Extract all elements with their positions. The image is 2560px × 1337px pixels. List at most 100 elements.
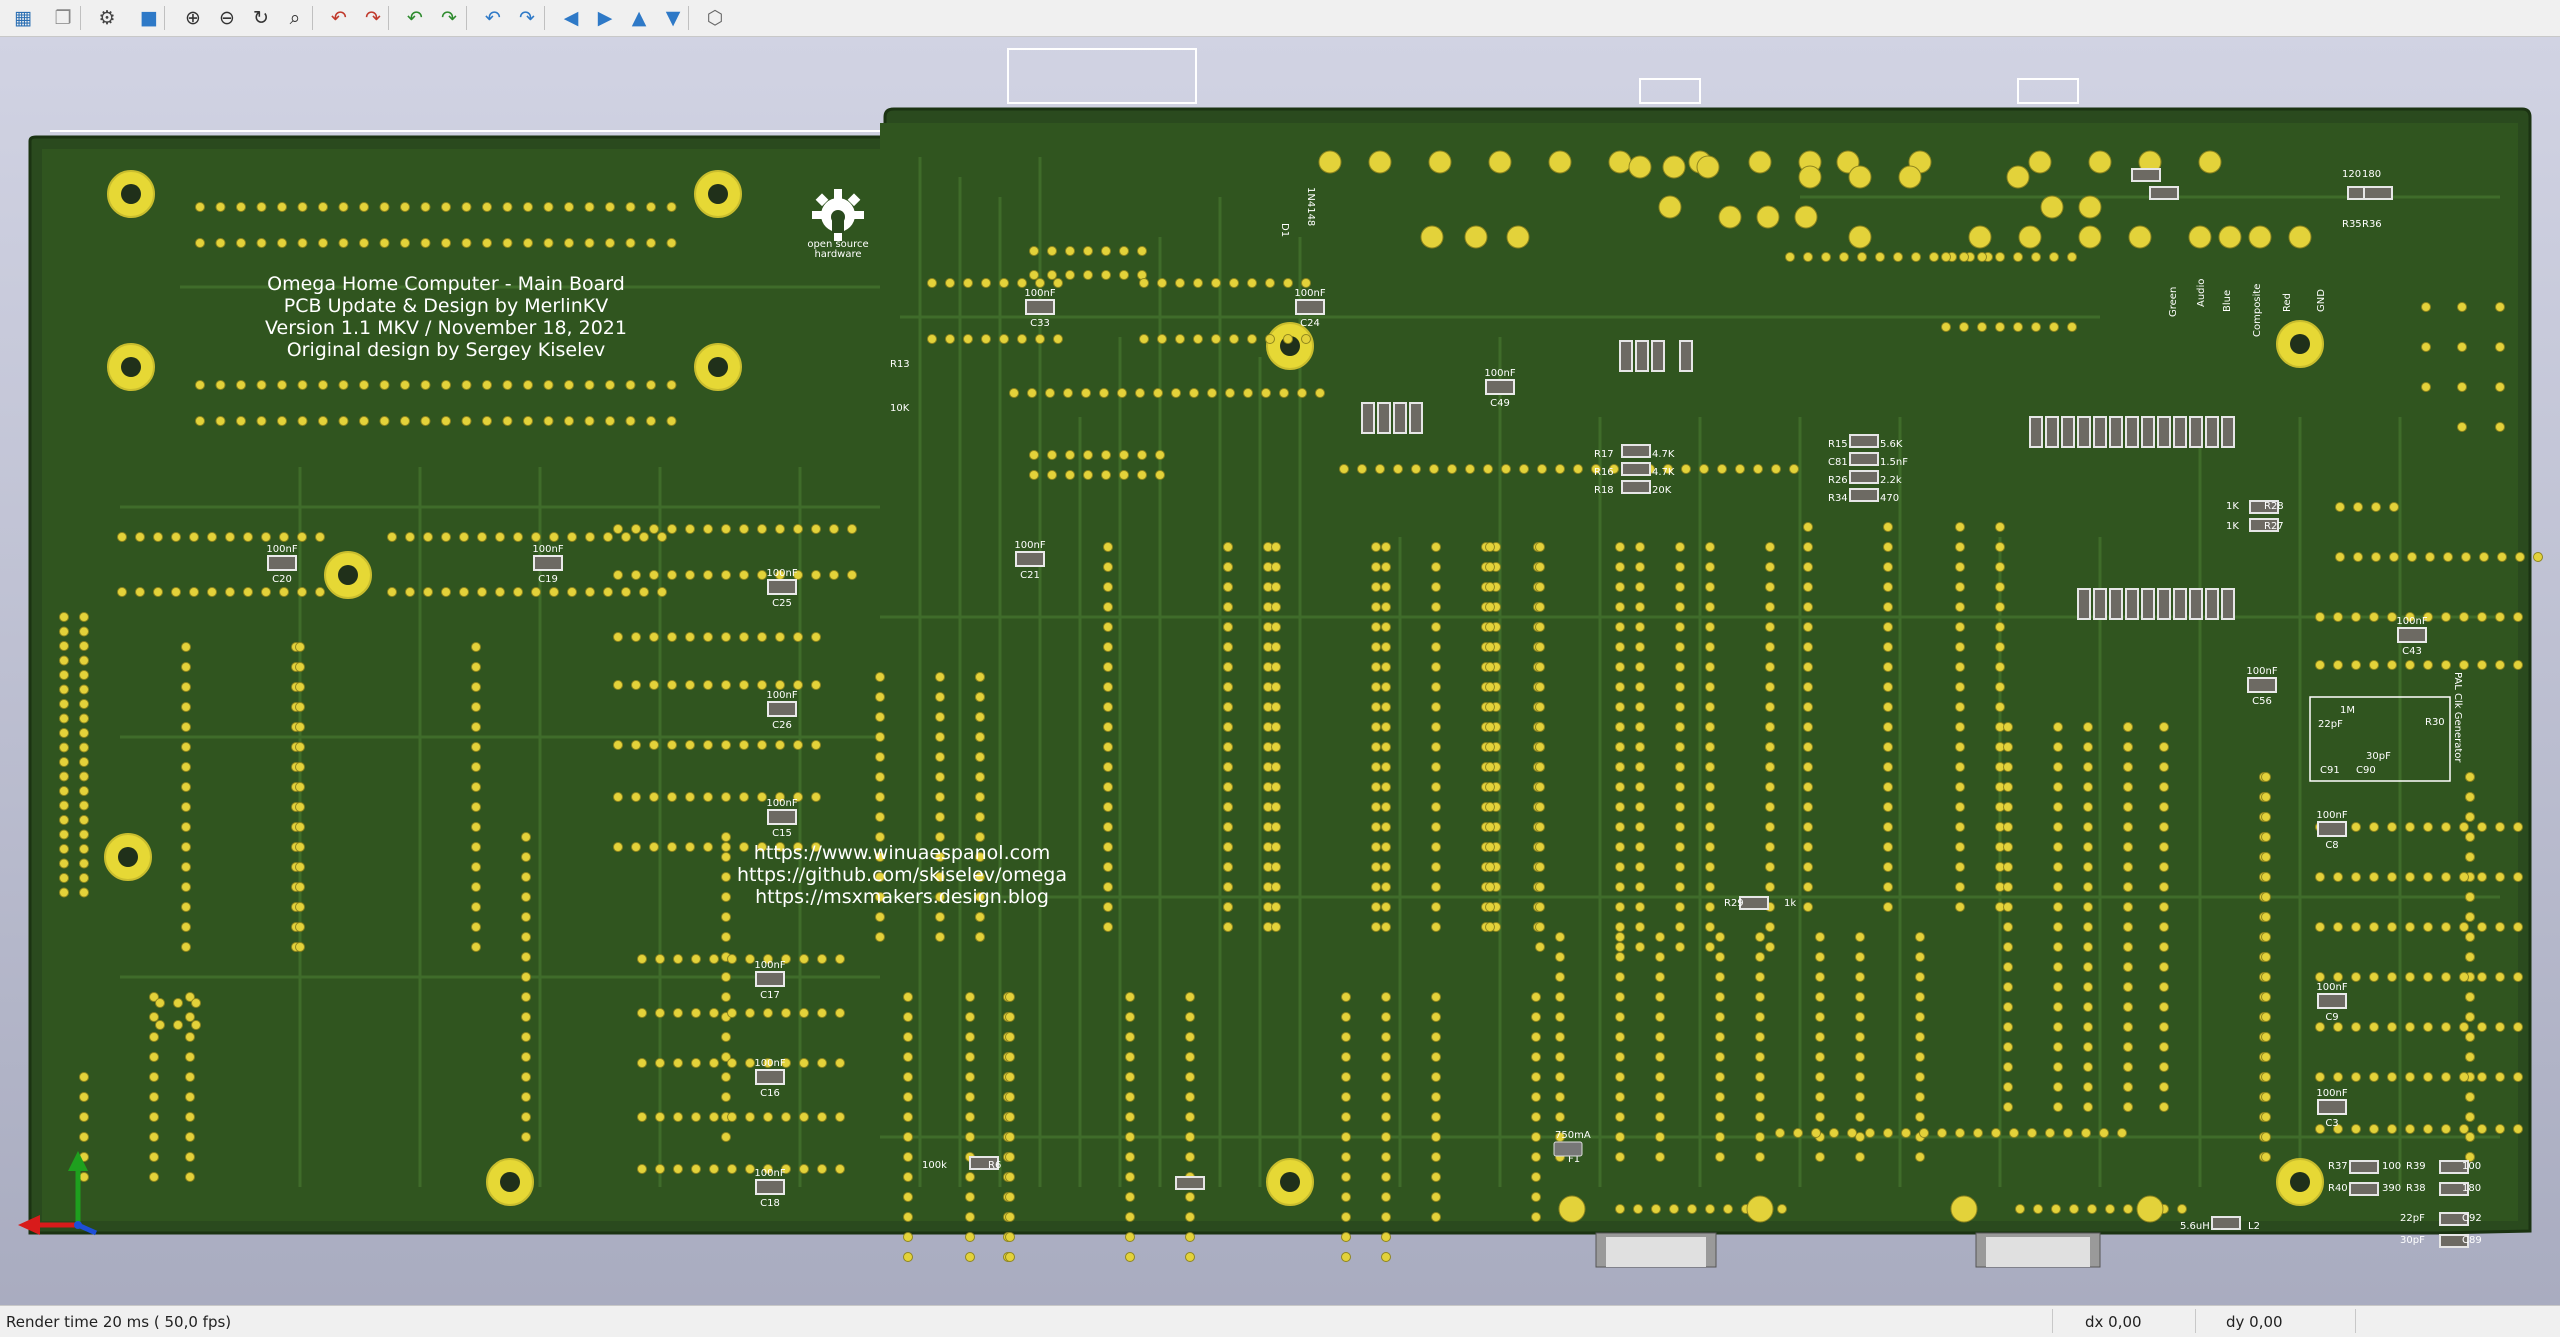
- pad: [1718, 205, 1742, 229]
- pad: [1883, 602, 1893, 612]
- pad: [1431, 862, 1441, 872]
- pad: [236, 380, 246, 390]
- move-up-button[interactable]: ▲: [624, 3, 654, 33]
- pad: [666, 202, 677, 212]
- pad: [405, 532, 415, 542]
- pad: [171, 587, 181, 597]
- capacitor-c8: [2317, 821, 2347, 837]
- pad: [2218, 225, 2242, 249]
- zoom-in-button[interactable]: ⊕: [178, 3, 208, 33]
- pad: [471, 822, 481, 832]
- pad: [1065, 270, 1075, 280]
- pad: [521, 872, 531, 882]
- pad: [935, 712, 945, 722]
- pad: [2387, 660, 2397, 670]
- pad: [875, 752, 885, 762]
- pad: [1103, 682, 1113, 692]
- pad: [1381, 782, 1391, 792]
- rotate-x-cw-button[interactable]: ↶: [324, 3, 354, 33]
- pad: [295, 702, 305, 712]
- pad: [975, 772, 985, 782]
- pad: [181, 722, 191, 732]
- pad: [703, 632, 713, 642]
- pad: [1615, 562, 1625, 572]
- pad: [1615, 622, 1625, 632]
- 3d-box-button[interactable]: ■: [134, 3, 164, 33]
- settings-gear-button[interactable]: ⚙: [92, 3, 122, 33]
- ref-label: R39: [2406, 1161, 2426, 1172]
- pad: [2495, 872, 2505, 882]
- move-left-button[interactable]: ◀: [556, 3, 586, 33]
- pad: [685, 570, 695, 580]
- pad: [1103, 742, 1113, 752]
- pad: [1855, 952, 1865, 962]
- pad: [2369, 872, 2379, 882]
- pad: [2261, 1132, 2271, 1142]
- pad: [59, 815, 69, 825]
- pad: [1855, 972, 1865, 982]
- move-down-button[interactable]: ▼: [658, 3, 688, 33]
- pad: [297, 587, 307, 597]
- pad: [811, 792, 821, 802]
- rotate-y-cw-button[interactable]: ↶: [400, 3, 430, 33]
- pcb-3d-view[interactable]: Omega Home Computer - Main Board PCB Upd…: [0, 37, 2560, 1305]
- pad: [461, 380, 472, 390]
- pad: [1615, 1052, 1625, 1062]
- copy-image-icon: ❐: [54, 7, 72, 29]
- ref-label: R18: [1594, 485, 1614, 496]
- toolbar-separator: [544, 6, 545, 30]
- pad: [1535, 882, 1545, 892]
- pad: [2333, 972, 2343, 982]
- pad: [727, 1058, 737, 1068]
- pad: [1973, 1128, 1983, 1138]
- capacitor-ref: C20: [272, 574, 292, 585]
- pad: [1855, 1152, 1865, 1162]
- smd-part: [2131, 168, 2161, 182]
- pad: [2513, 872, 2523, 882]
- pad: [1341, 1132, 1351, 1142]
- rotate-y-ccw-button[interactable]: ↷: [434, 3, 464, 33]
- rotate-x-ccw-button[interactable]: ↷: [358, 3, 388, 33]
- pad: [1535, 662, 1545, 672]
- pad: [2003, 802, 2013, 812]
- pad: [2261, 772, 2271, 782]
- pad: [2441, 1124, 2451, 1134]
- pad: [875, 812, 885, 822]
- pad: [673, 1008, 683, 1018]
- pad: [1919, 1128, 1929, 1138]
- pad: [149, 1052, 159, 1062]
- redraw-button[interactable]: ↻: [246, 3, 276, 33]
- pad: [564, 202, 574, 212]
- smd-part: [2205, 416, 2219, 448]
- pad: [1655, 1072, 1665, 1082]
- pad: [2353, 502, 2363, 512]
- pad: [1535, 922, 1545, 932]
- pad: [1485, 862, 1495, 872]
- status-separator: [2052, 1309, 2053, 1333]
- pad: [2159, 1002, 2169, 1012]
- pad: [1755, 1112, 1765, 1122]
- pad: [502, 202, 513, 212]
- pad: [1125, 1232, 1135, 1242]
- pad: [1705, 762, 1715, 772]
- pad: [1915, 1072, 1925, 1082]
- 3d-viewport[interactable]: Omega Home Computer - Main Board PCB Upd…: [0, 37, 2560, 1305]
- pad: [1803, 722, 1813, 732]
- pad: [1029, 270, 1039, 280]
- orthographic-button[interactable]: ⬡: [700, 3, 730, 33]
- rotate-z-ccw-button[interactable]: ↷: [512, 3, 542, 33]
- pad: [963, 334, 973, 344]
- pad: [2405, 872, 2415, 882]
- pad: [1371, 742, 1381, 752]
- value-label: 22pF: [2318, 719, 2343, 730]
- zoom-fit-button[interactable]: ⌕: [280, 3, 310, 33]
- pad: [295, 722, 305, 732]
- pad: [1815, 1012, 1825, 1022]
- pad: [185, 1112, 195, 1122]
- rotate-z-cw-button[interactable]: ↶: [478, 3, 508, 33]
- capacitor-c56: [2247, 677, 2277, 693]
- copy-image-button[interactable]: ❐: [48, 3, 78, 33]
- zoom-out-button[interactable]: ⊖: [212, 3, 242, 33]
- render-options-button[interactable]: ▦: [8, 3, 38, 33]
- move-right-button[interactable]: ▶: [590, 3, 620, 33]
